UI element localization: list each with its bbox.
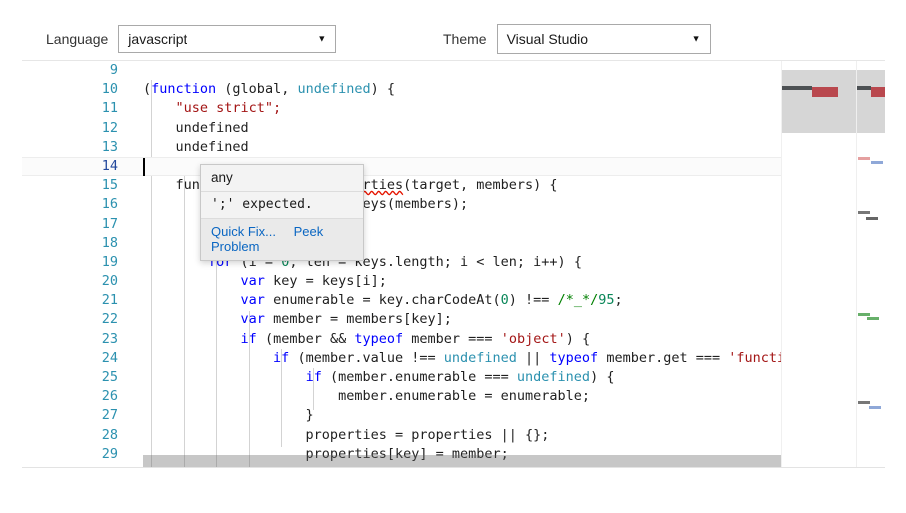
horizontal-scrollbar[interactable] (143, 455, 782, 467)
code-text: if (member && typeof member === 'object'… (143, 330, 590, 349)
code-line[interactable]: 9 (22, 61, 782, 80)
chevron-down-icon: ▼ (692, 35, 701, 44)
minimap-error-highlight (812, 87, 838, 97)
code-line[interactable]: 23 if (member && typeof member === 'obje… (22, 330, 782, 349)
code-line[interactable]: 17 var properties; (22, 215, 782, 234)
line-number: 21 (22, 291, 118, 310)
line-number: 16 (22, 195, 118, 214)
code-line[interactable]: 20 var key = keys[i]; (22, 272, 782, 291)
line-number: 17 (22, 215, 118, 234)
code-text: } (143, 406, 314, 425)
minimap[interactable] (781, 61, 856, 467)
tooltip-message-text: ';' expected. (201, 192, 363, 219)
code-text: member.enumerable = enumerable; (143, 387, 590, 406)
code-rows[interactable]: 910(function (global, undefined) {11 "us… (22, 61, 782, 464)
minimap-error-marker (871, 87, 885, 97)
overview-ruler-mark (867, 317, 879, 320)
code-line[interactable]: 13 undefined (22, 138, 782, 157)
code-line[interactable]: 26 member.enumerable = enumerable; (22, 387, 782, 406)
code-text: var key = keys[i]; (143, 272, 387, 291)
line-number: 13 (22, 138, 118, 157)
code-line[interactable]: 12 undefined (22, 119, 782, 138)
line-number: 20 (22, 272, 118, 291)
theme-select-value: Visual Studio (498, 31, 588, 47)
code-line[interactable]: 14 (22, 157, 782, 176)
overview-ruler-mark (871, 161, 883, 164)
line-number: 14 (22, 158, 118, 175)
line-number: 28 (22, 426, 118, 445)
line-number: 27 (22, 406, 118, 425)
line-number: 24 (22, 349, 118, 368)
overview-ruler-mark (858, 157, 870, 160)
scrollbar-thumb[interactable] (857, 70, 885, 133)
code-text: var enumerable = key.charCodeAt(0) !== /… (143, 291, 623, 310)
line-number: 22 (22, 310, 118, 329)
code-text: if (member.enumerable === undefined) { (143, 368, 614, 387)
line-number: 18 (22, 234, 118, 253)
line-number: 10 (22, 80, 118, 99)
tooltip-type-text: any (201, 165, 363, 192)
code-line[interactable]: 22 var member = members[key]; (22, 310, 782, 329)
line-number: 12 (22, 119, 118, 138)
line-number: 25 (22, 368, 118, 387)
language-select[interactable]: javascript ▼ (118, 25, 336, 53)
minimap-viewport-slider[interactable] (782, 70, 856, 133)
text-cursor (143, 158, 145, 176)
language-select-value: javascript (119, 31, 187, 47)
line-number: 26 (22, 387, 118, 406)
code-line[interactable]: 24 if (member.value !== undefined || typ… (22, 349, 782, 368)
overview-ruler-mark (858, 401, 870, 404)
minimap-line (782, 463, 856, 466)
line-number: 23 (22, 330, 118, 349)
chevron-down-icon: ▼ (317, 35, 326, 44)
code-editor[interactable]: 910(function (global, undefined) {11 "us… (22, 60, 885, 468)
overview-ruler-mark (869, 406, 881, 409)
line-number: 9 (22, 61, 118, 80)
overview-ruler-mark (858, 313, 870, 316)
minimap-selection-marker (857, 86, 871, 90)
code-text: "use strict"; (143, 99, 281, 118)
quick-fix-link[interactable]: Quick Fix... (211, 224, 276, 239)
code-line[interactable]: 10 (function (global, undefined) { (22, 80, 782, 99)
theme-label: Theme (443, 31, 497, 47)
line-number: 15 (22, 176, 118, 195)
overview-ruler-mark (866, 217, 878, 220)
code-text: (function (global, undefined) { (143, 80, 395, 99)
vertical-scrollbar[interactable] (856, 61, 885, 467)
code-text: undefined (143, 119, 249, 138)
line-number: 11 (22, 99, 118, 118)
code-text: undefined (143, 138, 249, 157)
code-line[interactable]: 21 var enumerable = key.charCodeAt(0) !=… (22, 291, 782, 310)
line-number: 29 (22, 445, 118, 464)
code-line[interactable]: 27 } (22, 406, 782, 425)
code-text: var member = members[key]; (143, 310, 452, 329)
overview-ruler-mark (858, 211, 870, 214)
theme-select[interactable]: Visual Studio ▼ (497, 24, 711, 54)
language-label: Language (46, 31, 118, 47)
code-text: properties = properties || {}; (143, 426, 549, 445)
code-lines-area[interactable]: 910(function (global, undefined) {11 "us… (22, 61, 782, 467)
code-line[interactable]: 25 if (member.enumerable === undefined) … (22, 368, 782, 387)
code-line[interactable]: 28 properties = properties || {}; (22, 426, 782, 445)
code-line[interactable]: 11 "use strict"; (22, 99, 782, 118)
code-line[interactable]: 18 var i, len; (22, 234, 782, 253)
line-number: 19 (22, 253, 118, 272)
code-line[interactable]: 19 for (i = 0, len = keys.length; i < le… (22, 253, 782, 272)
theme-field: Theme Visual Studio ▼ (443, 24, 711, 54)
hover-tooltip[interactable]: any ';' expected. Quick Fix... Peek Prob… (200, 164, 364, 261)
language-field: Language javascript ▼ (46, 25, 336, 53)
code-line[interactable]: 16 var keys = Object.keys(members); (22, 195, 782, 214)
minimap-selection-highlight (782, 86, 812, 90)
code-line[interactable]: 15 functin initializeProperties(target, … (22, 176, 782, 195)
code-editor-page: Language javascript ▼ Theme Visual Studi… (0, 0, 906, 513)
tooltip-actions: Quick Fix... Peek Problem (201, 219, 363, 260)
editor-toolbar: Language javascript ▼ Theme Visual Studi… (0, 0, 906, 58)
code-text: if (member.value !== undefined || typeof… (143, 349, 782, 368)
